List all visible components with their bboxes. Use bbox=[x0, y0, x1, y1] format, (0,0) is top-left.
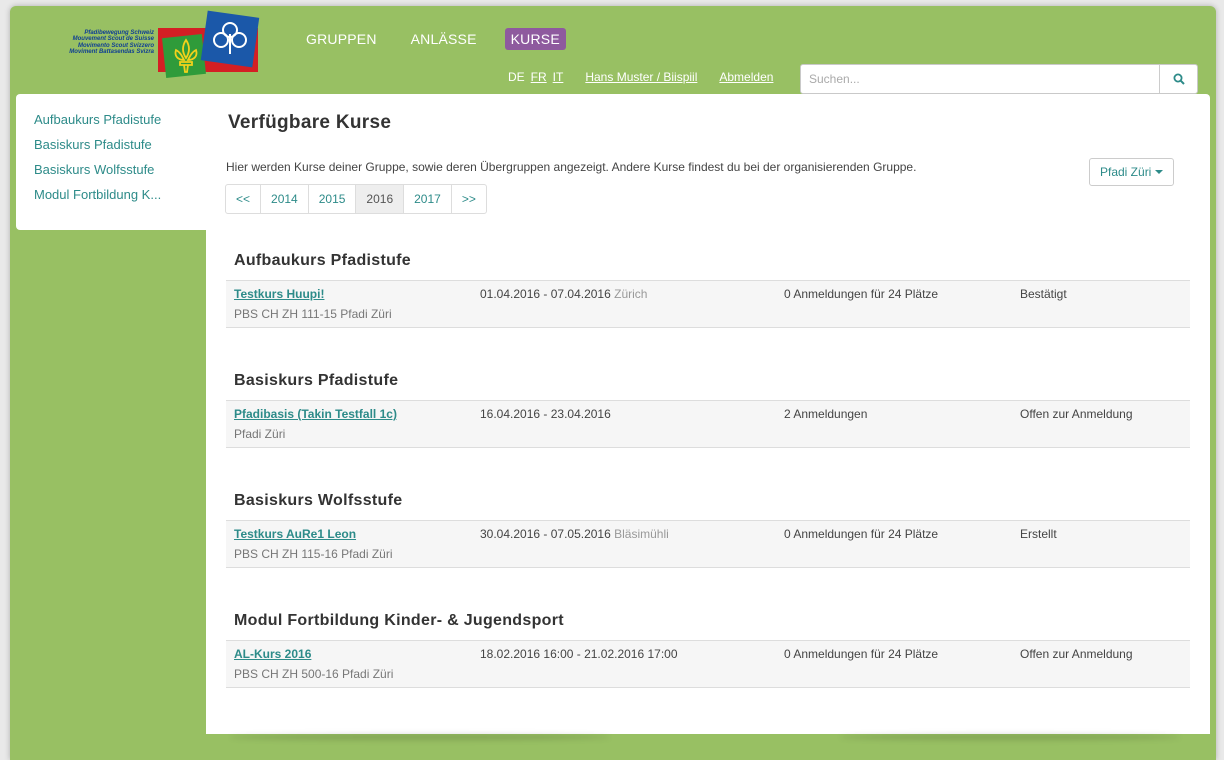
search-box bbox=[800, 64, 1198, 94]
course-group: PBS CH ZH 500-16 Pfadi Züri bbox=[234, 667, 394, 681]
course-state: Erstellt bbox=[1020, 527, 1057, 541]
course-row: AL-Kurs 2016 PBS CH ZH 500-16 Pfadi Züri… bbox=[226, 640, 1190, 688]
course-date: 16.04.2016 - 23.04.2016 bbox=[480, 407, 611, 421]
course-registrations: 0 Anmeldungen für 24 Plätze bbox=[784, 527, 939, 541]
lang-de: DE bbox=[508, 70, 525, 84]
intro-text: Hier werden Kurse deiner Gruppe, sowie d… bbox=[226, 160, 917, 174]
course-group: Pfadi Züri bbox=[234, 427, 286, 441]
course-date-range: 30.04.2016 - 07.05.2016 bbox=[480, 527, 611, 541]
lang-fr[interactable]: FR bbox=[531, 70, 547, 84]
course-registrations: 0 Anmeldungen für 24 Plätze bbox=[784, 287, 939, 301]
course-date: 30.04.2016 - 07.05.2016 Bläsimühli bbox=[480, 527, 669, 541]
section-title: Basiskurs Pfadistufe bbox=[234, 372, 399, 389]
nav-anlaesse[interactable]: ANLÄSSE bbox=[405, 28, 483, 50]
year-2014[interactable]: 2014 bbox=[260, 185, 308, 213]
sidebar-item-basiskurs-pfadistufe[interactable]: Basiskurs Pfadistufe bbox=[34, 137, 206, 152]
logout-link[interactable]: Abmelden bbox=[719, 70, 773, 84]
course-date: 18.02.2016 16:00 - 21.02.2016 17:00 bbox=[480, 647, 678, 661]
course-row: Pfadibasis (Takin Testfall 1c) Pfadi Zür… bbox=[226, 400, 1190, 448]
main-nav: GRUPPEN ANLÄSSE KURSE bbox=[300, 28, 588, 50]
course-location: Bläsimühli bbox=[614, 527, 669, 541]
course-state: Bestätigt bbox=[1020, 287, 1067, 301]
course-state: Offen zur Anmeldung bbox=[1020, 647, 1133, 661]
course-registrations: 2 Anmeldungen bbox=[784, 407, 868, 421]
year-2017[interactable]: 2017 bbox=[403, 185, 451, 213]
nav-kurse[interactable]: KURSE bbox=[504, 28, 566, 50]
main-content: Verfügbare Kurse Hier werden Kurse deine… bbox=[206, 94, 1210, 734]
user-bar: DE FR IT Hans Muster / Biispiil Abmelden bbox=[508, 70, 773, 84]
pbs-logo[interactable]: Pfadibewegung Schweiz Mouvement Scout de… bbox=[34, 10, 268, 78]
course-location: Zürich bbox=[614, 287, 648, 301]
course-group: PBS CH ZH 115-16 Pfadi Züri bbox=[234, 547, 393, 561]
year-2015[interactable]: 2015 bbox=[307, 185, 356, 213]
course-date: 01.04.2016 - 07.04.2016 Zürich bbox=[480, 287, 647, 301]
course-section: Modul Fortbildung Kinder- & Jugendsport … bbox=[226, 612, 1190, 688]
panel-shadow bbox=[230, 734, 610, 740]
course-row: Testkurs AuRe1 Leon PBS CH ZH 115-16 Pfa… bbox=[226, 520, 1190, 568]
trefoil-icon bbox=[213, 22, 247, 54]
course-group: PBS CH ZH 111-15 Pfadi Züri bbox=[234, 307, 392, 321]
course-name-link[interactable]: Testkurs AuRe1 Leon bbox=[234, 527, 356, 541]
course-date-range: 16.04.2016 - 23.04.2016 bbox=[480, 407, 611, 421]
sidebar: Aufbaukurs Pfadistufe Basiskurs Pfadistu… bbox=[16, 94, 206, 230]
fleur-de-lis-icon bbox=[174, 38, 198, 73]
section-title: Modul Fortbildung Kinder- & Jugendsport bbox=[234, 612, 564, 629]
nav-gruppen[interactable]: GRUPPEN bbox=[300, 28, 383, 50]
sidebar-item-modul-fortbildung[interactable]: Modul Fortbildung K... bbox=[34, 187, 206, 202]
course-section: Aufbaukurs Pfadistufe Testkurs Huupi! PB… bbox=[226, 252, 1190, 328]
course-row: Testkurs Huupi! PBS CH ZH 111-15 Pfadi Z… bbox=[226, 280, 1190, 328]
group-dropdown-button[interactable]: Pfadi Züri bbox=[1089, 158, 1175, 186]
sidebar-item-basiskurs-wolfsstufe[interactable]: Basiskurs Wolfsstufe bbox=[34, 162, 206, 177]
section-title: Basiskurs Wolfsstufe bbox=[234, 492, 403, 509]
logo-line: Moviment Battasendas Svizra bbox=[69, 49, 154, 56]
year-2016[interactable]: 2016 bbox=[355, 185, 404, 213]
search-button[interactable] bbox=[1159, 65, 1197, 93]
panel-shadow bbox=[840, 734, 1180, 740]
group-dropdown-label: Pfadi Züri bbox=[1100, 165, 1152, 179]
year-pagination: << 2014 2015 2016 2017 >> bbox=[225, 184, 487, 214]
sidebar-item-aufbaukurs-pfadistufe[interactable]: Aufbaukurs Pfadistufe bbox=[34, 112, 206, 127]
course-section: Basiskurs Wolfsstufe Testkurs AuRe1 Leon… bbox=[226, 492, 1190, 568]
course-date-range: 18.02.2016 16:00 - 21.02.2016 17:00 bbox=[480, 647, 678, 661]
course-state: Offen zur Anmeldung bbox=[1020, 407, 1133, 421]
section-title: Aufbaukurs Pfadistufe bbox=[234, 252, 411, 269]
course-registrations: 0 Anmeldungen für 24 Plätze bbox=[784, 647, 939, 661]
course-date-range: 01.04.2016 - 07.04.2016 bbox=[480, 287, 611, 301]
app-frame: Pfadibewegung Schweiz Mouvement Scout de… bbox=[10, 6, 1216, 760]
course-section: Basiskurs Pfadistufe Pfadibasis (Takin T… bbox=[226, 372, 1190, 448]
caret-down-icon bbox=[1155, 170, 1164, 174]
lang-it[interactable]: IT bbox=[553, 70, 564, 84]
year-next[interactable]: >> bbox=[450, 185, 486, 213]
course-name-link[interactable]: AL-Kurs 2016 bbox=[234, 647, 311, 661]
course-name-link[interactable]: Testkurs Huupi! bbox=[234, 287, 324, 301]
course-name-link[interactable]: Pfadibasis (Takin Testfall 1c) bbox=[234, 407, 397, 421]
search-icon bbox=[1173, 73, 1185, 85]
logo-text: Pfadibewegung Schweiz Mouvement Scout de… bbox=[34, 30, 154, 56]
user-profile-link[interactable]: Hans Muster / Biispiil bbox=[585, 70, 697, 84]
search-input[interactable] bbox=[801, 65, 1159, 93]
year-prev[interactable]: << bbox=[226, 185, 260, 213]
page-title: Verfügbare Kurse bbox=[228, 112, 392, 133]
